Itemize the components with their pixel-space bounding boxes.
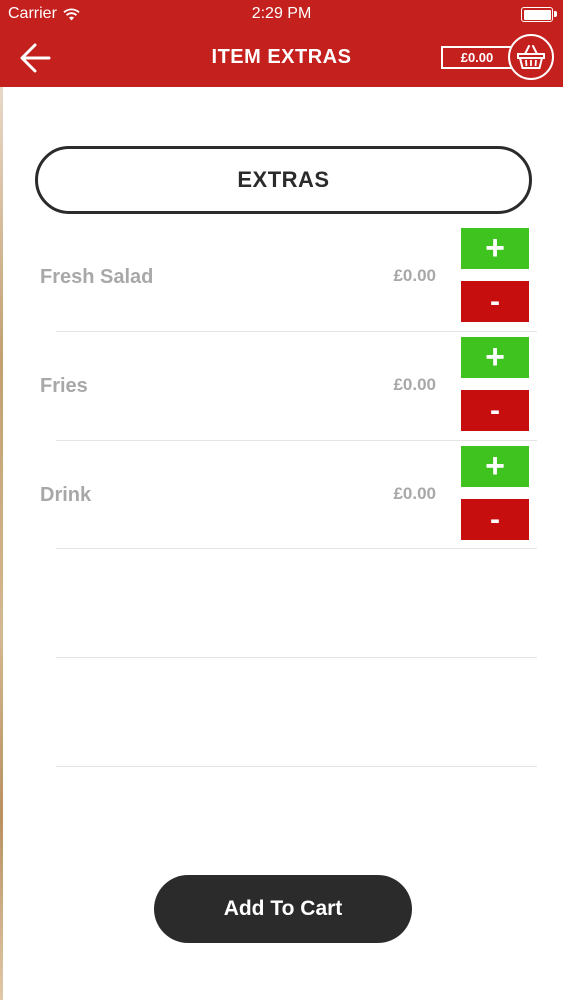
- extra-item-price: £0.00: [393, 484, 436, 503]
- status-bar: Carrier 2:29 PM: [0, 0, 563, 30]
- add-extra-button[interactable]: +: [461, 337, 529, 378]
- extra-item-price: £0.00: [393, 375, 436, 394]
- cart-total-badge[interactable]: £0.00: [441, 46, 513, 69]
- row-divider: [56, 548, 537, 549]
- nav-bar: ITEM EXTRAS £0.00: [0, 30, 563, 87]
- row-divider: [56, 331, 537, 332]
- row-divider: [56, 440, 537, 441]
- extras-section-header: EXTRAS: [35, 146, 532, 214]
- battery-fill: [523, 9, 551, 20]
- remove-extra-button[interactable]: -: [461, 390, 529, 431]
- add-extra-button[interactable]: +: [461, 228, 529, 269]
- basket-icon: [517, 45, 545, 69]
- remove-extra-button[interactable]: -: [461, 499, 529, 540]
- add-to-cart-button[interactable]: Add To Cart: [154, 875, 412, 943]
- extra-item-row: Fries £0.00 + -: [0, 337, 563, 445]
- extra-item-row: Drink £0.00 + -: [0, 446, 563, 554]
- extra-item-row: Fresh Salad £0.00 + -: [0, 228, 563, 336]
- extra-item-name: Fries: [40, 375, 88, 397]
- row-divider: [56, 766, 537, 767]
- battery-icon: [521, 7, 557, 22]
- extra-item-name: Drink: [40, 484, 92, 506]
- status-time: 2:29 PM: [251, 5, 312, 22]
- row-divider: [56, 657, 537, 658]
- extra-item-price: £0.00: [393, 266, 436, 285]
- remove-extra-button[interactable]: -: [461, 281, 529, 322]
- extra-item-name: Fresh Salad: [40, 266, 154, 288]
- add-extra-button[interactable]: +: [461, 446, 529, 487]
- cart-button[interactable]: [508, 34, 554, 80]
- battery-nub: [554, 11, 557, 17]
